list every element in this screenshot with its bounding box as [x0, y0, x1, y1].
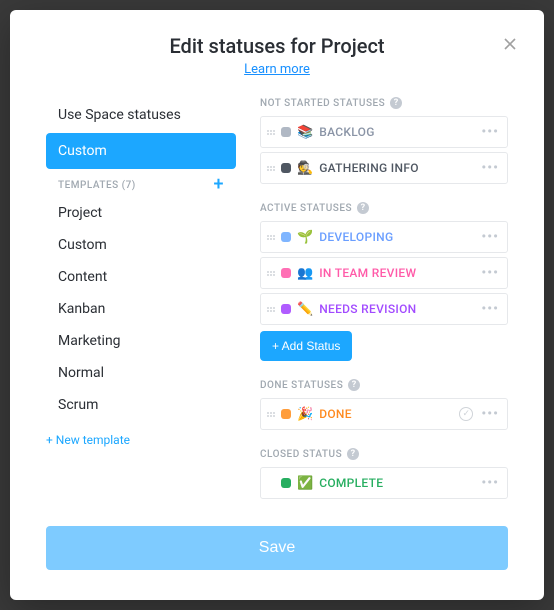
status-emoji-icon: 🎉	[297, 407, 313, 422]
status-row[interactable]: 🕵️ GATHERING INFO •••	[260, 152, 508, 184]
template-item[interactable]: Project	[46, 197, 236, 229]
row-menu-icon[interactable]: •••	[479, 301, 501, 317]
modal-body: Use Space statuses Custom TEMPLATES (7) …	[10, 89, 544, 514]
close-icon	[500, 34, 520, 54]
drag-handle-icon[interactable]	[267, 161, 275, 175]
template-item[interactable]: Scrum	[46, 389, 236, 421]
status-row[interactable]: 👥 IN TEAM REVIEW •••	[260, 257, 508, 289]
right-column: NOT STARTED STATUSES ? 📚 BACKLOG ••• 🕵️ GATH…	[260, 97, 508, 502]
modal-title: Edit statuses for Project	[30, 34, 524, 58]
help-icon[interactable]: ?	[347, 448, 359, 460]
status-label: COMPLETE	[319, 476, 473, 490]
group-not-started: NOT STARTED STATUSES ? 📚 BACKLOG ••• 🕵️ GATH…	[260, 97, 508, 184]
status-row[interactable]: 📚 BACKLOG •••	[260, 116, 508, 148]
template-item[interactable]: Marketing	[46, 325, 236, 357]
add-template-icon[interactable]: +	[214, 179, 225, 191]
status-color-dot[interactable]	[281, 409, 291, 419]
status-row[interactable]: ✅ COMPLETE •••	[260, 467, 508, 499]
status-row[interactable]: 🎉 DONE ✓ •••	[260, 398, 508, 430]
learn-more-link[interactable]: Learn more	[244, 62, 310, 77]
drag-handle-icon[interactable]	[267, 230, 275, 244]
drag-handle-icon[interactable]	[267, 407, 275, 421]
close-button[interactable]	[500, 34, 520, 54]
modal-footer: Save	[10, 514, 544, 600]
template-item[interactable]: Normal	[46, 357, 236, 389]
save-button[interactable]: Save	[46, 526, 508, 570]
template-item[interactable]: Custom	[46, 229, 236, 261]
status-label: DONE	[319, 407, 453, 421]
status-emoji-icon: 👥	[297, 266, 313, 281]
help-icon[interactable]: ?	[357, 202, 369, 214]
status-emoji-icon: ✏️	[297, 302, 313, 317]
new-template-button[interactable]: + New template	[46, 421, 236, 447]
check-icon[interactable]: ✓	[459, 407, 473, 421]
group-active: ACTIVE STATUSES ? 🌱 DEVELOPING ••• 👥 IN TEAM…	[260, 202, 508, 361]
group-active-label: ACTIVE STATUSES	[260, 203, 352, 214]
template-item[interactable]: Content	[46, 261, 236, 293]
group-done: DONE STATUSES ? 🎉 DONE ✓ •••	[260, 379, 508, 430]
help-icon[interactable]: ?	[348, 379, 360, 391]
row-menu-icon[interactable]: •••	[479, 229, 501, 245]
status-row[interactable]: 🌱 DEVELOPING •••	[260, 221, 508, 253]
status-emoji-icon: 📚	[297, 125, 313, 140]
drag-handle-icon[interactable]	[267, 125, 275, 139]
status-color-dot[interactable]	[281, 304, 291, 314]
group-closed: CLOSED STATUS ? ✅ COMPLETE •••	[260, 448, 508, 499]
status-color-dot[interactable]	[281, 163, 291, 173]
row-menu-icon[interactable]: •••	[479, 406, 501, 422]
group-closed-label: CLOSED STATUS	[260, 449, 342, 460]
status-label: NEEDS REVISION	[319, 302, 473, 316]
row-menu-icon[interactable]: •••	[479, 475, 501, 491]
status-emoji-icon: 🌱	[297, 230, 313, 245]
left-column: Use Space statuses Custom TEMPLATES (7) …	[46, 97, 236, 502]
modal-header: Edit statuses for Project Learn more	[10, 10, 544, 89]
drag-handle-icon[interactable]	[267, 266, 275, 280]
templates-label: TEMPLATES (7)	[58, 180, 136, 191]
help-icon[interactable]: ?	[390, 97, 402, 109]
drag-handle-icon[interactable]	[267, 302, 275, 316]
status-emoji-icon: 🕵️	[297, 161, 313, 176]
row-menu-icon[interactable]: •••	[479, 265, 501, 281]
status-row[interactable]: ✏️ NEEDS REVISION •••	[260, 293, 508, 325]
status-color-dot[interactable]	[281, 232, 291, 242]
status-color-dot[interactable]	[281, 127, 291, 137]
status-label: IN TEAM REVIEW	[319, 266, 473, 280]
group-not-started-label: NOT STARTED STATUSES	[260, 98, 385, 109]
edit-statuses-modal: Edit statuses for Project Learn more Use…	[10, 10, 544, 600]
row-menu-icon[interactable]: •••	[479, 124, 501, 140]
status-color-dot[interactable]	[281, 478, 291, 488]
status-color-dot[interactable]	[281, 268, 291, 278]
status-label: GATHERING INFO	[319, 161, 473, 175]
templates-header: TEMPLATES (7) +	[46, 169, 236, 197]
row-menu-icon[interactable]: •••	[479, 160, 501, 176]
tab-use-space-statuses[interactable]: Use Space statuses	[46, 97, 236, 133]
status-label: BACKLOG	[319, 125, 473, 139]
template-item[interactable]: Kanban	[46, 293, 236, 325]
status-label: DEVELOPING	[319, 230, 473, 244]
tab-custom[interactable]: Custom	[46, 133, 236, 169]
add-status-button[interactable]: + Add Status	[260, 331, 352, 361]
status-emoji-icon: ✅	[297, 476, 313, 491]
group-done-label: DONE STATUSES	[260, 380, 343, 391]
